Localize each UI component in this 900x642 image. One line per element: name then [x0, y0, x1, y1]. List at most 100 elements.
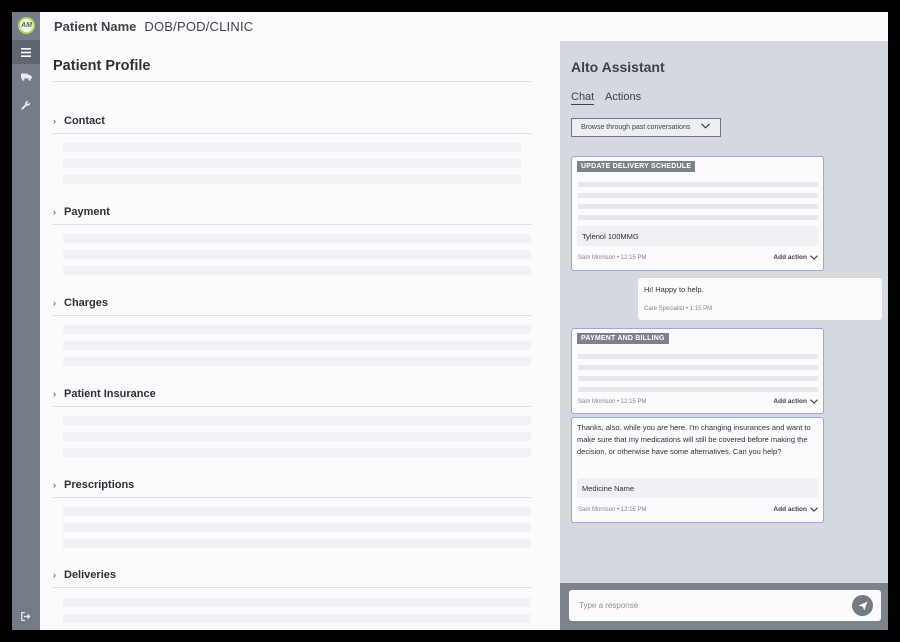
section-label: Patient Insurance: [64, 388, 156, 400]
section-contact[interactable]: › Contact: [53, 114, 531, 134]
send-icon: [858, 601, 867, 610]
add-action-button[interactable]: Add action: [773, 254, 807, 261]
browse-conversations-dropdown[interactable]: Browse through past conversations: [571, 118, 721, 137]
sidebar: AM: [12, 12, 40, 630]
placeholder-line: [578, 182, 818, 187]
section-label: Charges: [64, 297, 109, 309]
sidebar-item-tools[interactable]: [12, 93, 40, 117]
message-text: Hi! Happy to help.: [644, 285, 704, 294]
chevron-right-icon: ›: [53, 389, 56, 399]
divider: [53, 315, 531, 316]
message-author: Care Specialist: [644, 306, 685, 312]
section-payment[interactable]: › Payment: [53, 205, 531, 225]
placeholder-line: [578, 354, 818, 359]
placeholder-line: [63, 325, 531, 334]
chevron-right-icon: ›: [53, 116, 56, 126]
message-author: Sam Morrison: [578, 399, 616, 405]
logout-icon: [21, 611, 31, 621]
message-meta: Sam Morrison • 12:15 PM: [578, 255, 647, 261]
chevron-down-icon[interactable]: [810, 255, 818, 260]
message-meta: Care Specialist • 1:15 PM: [644, 306, 713, 312]
divider: [53, 497, 531, 498]
placeholder-line: [63, 159, 521, 168]
section-deliveries[interactable]: › Deliveries: [53, 568, 531, 588]
placeholder-line: [63, 357, 531, 366]
chevron-right-icon: ›: [53, 298, 56, 308]
medicine-chip[interactable]: Medicine Name: [577, 478, 818, 498]
action-tag: PAYMENT AND BILLING: [577, 333, 669, 344]
divider: [53, 133, 531, 134]
truck-icon: [20, 73, 32, 81]
section-charges[interactable]: › Charges: [53, 296, 531, 316]
tab-actions[interactable]: Actions: [605, 91, 641, 103]
app-window: AM Patient Name DOB/POD/CLINIC Patient P…: [12, 12, 888, 630]
chevron-down-icon[interactable]: [810, 507, 818, 512]
chevron-down-icon: [701, 123, 710, 129]
patient-header: Patient Name DOB/POD/CLINIC: [40, 12, 888, 41]
message-bubble-reply: Hi! Happy to help. Care Specialist • 1:1…: [638, 278, 882, 320]
sidebar-item-deliveries[interactable]: [12, 65, 40, 89]
wrench-icon: [21, 100, 31, 110]
placeholder-line: [578, 215, 818, 220]
add-action-button[interactable]: Add action: [773, 506, 807, 513]
message-author: Sam Morrison: [578, 507, 616, 513]
medication-chip[interactable]: Tylenol 100MMG: [577, 226, 818, 246]
message-time: 12:15 PM: [620, 507, 647, 513]
placeholder-line: [63, 539, 531, 548]
message-author: Sam Morrison: [578, 255, 616, 261]
assistant-panel: Alto Assistant Chat Actions Browse throu…: [560, 41, 888, 630]
tab-chat[interactable]: Chat: [571, 91, 595, 105]
message-time: 1:15 PM: [689, 306, 713, 312]
divider: [53, 224, 531, 225]
placeholder-line: [578, 204, 818, 209]
placeholder-line: [578, 193, 818, 198]
placeholder-line: [63, 250, 531, 259]
add-action-button[interactable]: Add action: [773, 398, 807, 405]
placeholder-line: [63, 234, 531, 243]
app-logo[interactable]: AM: [18, 17, 35, 34]
dropdown-label: Browse through past conversations: [581, 124, 691, 131]
sidebar-item-menu[interactable]: [12, 40, 40, 64]
patient-profile-panel: Patient Profile › Contact › Payment › Charg…: [40, 41, 560, 630]
response-input[interactable]: Type a response: [569, 590, 881, 621]
chevron-right-icon: ›: [53, 207, 56, 217]
placeholder-line: [63, 341, 531, 350]
placeholder-line: [63, 266, 531, 275]
chevron-right-icon: ›: [53, 570, 56, 580]
message-text: Thanks, also. while you are here. I'm ch…: [577, 423, 811, 456]
placeholder-line: [63, 143, 521, 152]
placeholder-line: [578, 365, 818, 370]
section-label: Deliveries: [64, 569, 116, 581]
section-label: Prescriptions: [64, 479, 135, 491]
divider: [53, 406, 531, 407]
divider: [53, 587, 531, 588]
placeholder-line: [63, 432, 531, 441]
send-button[interactable]: [852, 595, 873, 616]
message-meta: Sam Morrison • 12:15 PM: [578, 507, 647, 513]
section-patient-insurance[interactable]: › Patient Insurance: [53, 387, 531, 407]
section-label: Payment: [64, 206, 110, 218]
section-label: Contact: [64, 115, 105, 127]
placeholder-line: [63, 507, 531, 516]
divider: [53, 81, 531, 82]
message-time: 12:15 PM: [620, 255, 647, 261]
hamburger-icon: [21, 47, 31, 57]
chevron-down-icon[interactable]: [810, 399, 818, 404]
placeholder-line: [63, 175, 521, 184]
patient-dob-pod-clinic: DOB/POD/CLINIC: [144, 19, 254, 34]
chevron-right-icon: ›: [53, 480, 56, 490]
message-time: 12:15 PM: [620, 399, 647, 405]
sidebar-item-logout[interactable]: [12, 604, 40, 628]
section-prescriptions[interactable]: › Prescriptions: [53, 478, 531, 498]
placeholder-line: [63, 523, 531, 532]
message-card: Thanks, also. while you are here. I'm ch…: [571, 417, 824, 523]
placeholder-line: [63, 448, 531, 457]
page-title: Patient Profile: [53, 58, 151, 74]
placeholder-line: [63, 614, 531, 623]
message-card: PAYMENT AND BILLING Sam Morrison • 12:15…: [571, 328, 824, 414]
composer-bar: Type a response: [560, 583, 888, 630]
patient-name: Patient Name: [54, 19, 137, 34]
message-card: UPDATE DELIVERY SCHEDULE Tylenol 100MMG …: [571, 156, 824, 271]
action-tag: UPDATE DELIVERY SCHEDULE: [577, 161, 696, 172]
placeholder-line: [578, 376, 818, 381]
